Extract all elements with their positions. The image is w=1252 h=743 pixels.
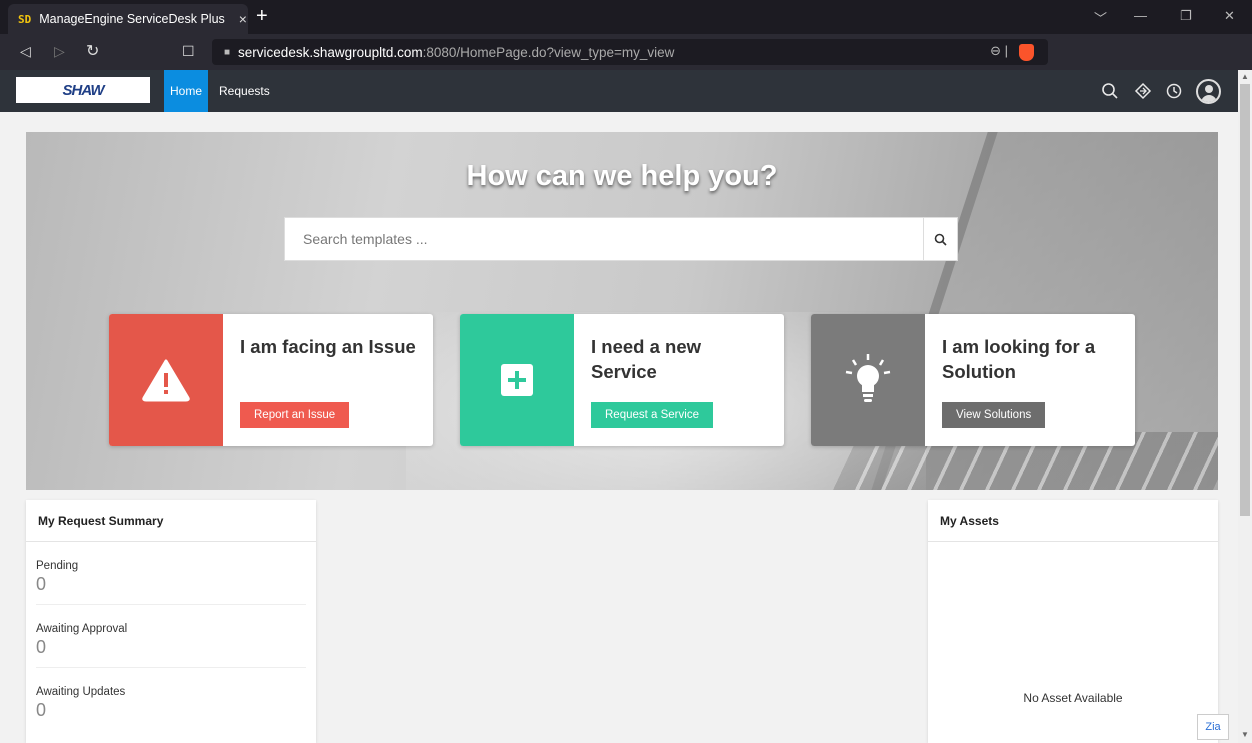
history-icon[interactable] <box>1163 80 1185 102</box>
summary-count: 0 <box>36 574 47 594</box>
summary-count: 0 <box>36 700 47 720</box>
zoom-icon[interactable]: ⊖ | <box>990 43 1008 59</box>
summary-row-awaiting-approval[interactable]: Awaiting Approval 0 <box>36 605 306 668</box>
solution-card-title: I am looking for a Solution <box>942 336 1096 382</box>
url-host: servicedesk.shawgroupltd.com <box>238 44 423 60</box>
plus-icon <box>501 364 533 396</box>
scrollbar-thumb[interactable] <box>1240 84 1250 516</box>
issue-card-title: I am facing an Issue <box>240 336 416 357</box>
scroll-down-icon[interactable]: ▼ <box>1241 730 1249 739</box>
new-tab-button[interactable]: + <box>256 6 268 26</box>
zia-assistant-button[interactable]: Zia <box>1197 714 1229 740</box>
scroll-up-icon[interactable]: ▲ <box>1241 72 1249 81</box>
request-service-button[interactable]: Request a Service <box>591 402 713 428</box>
nav-home-tab[interactable]: Home <box>164 70 208 112</box>
template-search-button[interactable] <box>923 218 957 260</box>
quick-actions-icon[interactable] <box>1132 80 1154 102</box>
company-logo[interactable]: SHAW <box>16 77 150 103</box>
close-window-icon[interactable]: ✕ <box>1224 8 1235 24</box>
summary-row-pending[interactable]: Pending 0 <box>36 542 306 605</box>
forward-icon[interactable]: ▷ <box>54 43 65 60</box>
template-search-box <box>284 217 958 261</box>
summary-row-awaiting-updates[interactable]: Awaiting Updates 0 <box>36 668 306 731</box>
summary-label: Awaiting Updates <box>36 686 126 698</box>
summary-count: 0 <box>36 637 47 657</box>
view-solutions-card: I am looking for a Solution View Solutio… <box>811 314 1135 446</box>
warning-icon <box>142 359 190 402</box>
report-issue-card: I am facing an Issue Report an Issue <box>109 314 433 446</box>
issue-card-icon-panel <box>109 314 223 446</box>
search-icon[interactable] <box>1099 80 1121 102</box>
request-service-card: I need a new Service Request a Service <box>460 314 784 446</box>
brave-shield-icon[interactable] <box>1019 44 1034 61</box>
my-assets-title: My Assets <box>928 500 1218 542</box>
page-scrollbar[interactable]: ▲ ▼ <box>1238 70 1252 743</box>
lightbulb-icon <box>845 354 891 402</box>
request-summary-panel: My Request Summary Pending 0 Awaiting Ap… <box>26 500 316 743</box>
tab-title: ManageEngine ServiceDesk Plus <box>39 12 225 26</box>
reload-icon[interactable]: ↻ <box>86 41 99 61</box>
browser-address-bar: ◁ ▷ ↻ ☐ ■ servicedesk.shawgroupltd.com:8… <box>0 34 1252 98</box>
search-icon <box>934 233 947 246</box>
browser-tab-bar: SD ManageEngine ServiceDesk Plus × + ﹀ —… <box>0 0 1252 34</box>
lock-icon: ■ <box>224 46 231 58</box>
request-summary-title: My Request Summary <box>26 500 316 542</box>
bookmark-icon[interactable]: ☐ <box>182 43 195 60</box>
no-assets-message: No Asset Available <box>1023 691 1123 705</box>
hero-title: How can we help you? <box>466 160 778 192</box>
app-favicon-icon: SD <box>18 12 32 26</box>
url-field[interactable]: ■ servicedesk.shawgroupltd.com:8080/Home… <box>212 39 1048 65</box>
my-assets-panel: My Assets No Asset Available <box>928 500 1218 743</box>
service-card-icon-panel <box>460 314 574 446</box>
browser-tab[interactable]: SD ManageEngine ServiceDesk Plus × <box>8 4 248 34</box>
url-path: :8080/HomePage.do?view_type=my_view <box>422 44 675 60</box>
nav-requests-tab[interactable]: Requests <box>219 70 270 112</box>
summary-label: Pending <box>36 560 79 572</box>
tab-close-icon[interactable]: × <box>239 11 247 27</box>
back-icon[interactable]: ◁ <box>20 43 31 60</box>
user-avatar-icon[interactable] <box>1196 79 1221 104</box>
hero-banner: How can we help you? I am facing an Issu… <box>26 132 1218 490</box>
report-issue-button[interactable]: Report an Issue <box>240 402 350 428</box>
solution-card-icon-panel <box>811 314 925 446</box>
service-card-title: I need a new Service <box>591 336 702 382</box>
minimize-icon[interactable]: — <box>1134 8 1147 23</box>
template-search-input[interactable] <box>285 218 925 260</box>
view-solutions-button[interactable]: View Solutions <box>942 402 1046 428</box>
tab-list-chevron-icon[interactable]: ﹀ <box>1094 8 1107 27</box>
summary-label: Awaiting Approval <box>36 623 128 635</box>
restore-icon[interactable]: ❐ <box>1180 8 1192 24</box>
